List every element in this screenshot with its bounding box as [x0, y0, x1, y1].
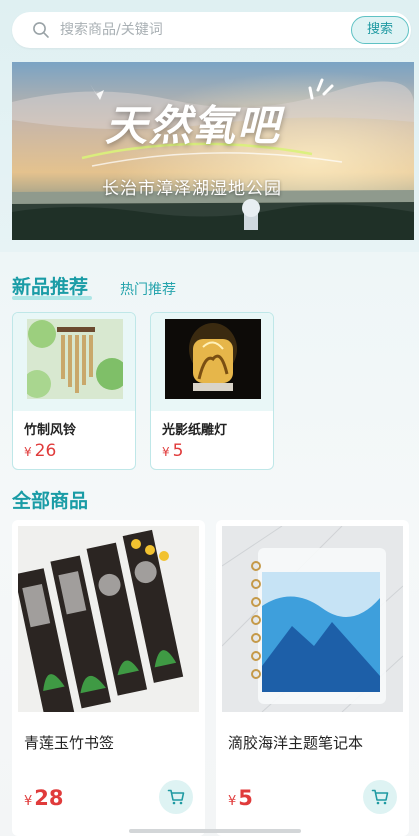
bookmark-image — [18, 526, 199, 712]
product-price: ¥5 — [228, 786, 253, 810]
product-name: 光影纸雕灯 — [162, 423, 228, 438]
new-product-card[interactable]: 竹制风铃 ¥26 — [12, 312, 136, 470]
product-name: 滴胶海洋主题笔记本 — [228, 734, 364, 752]
banner[interactable]: 天然氧吧 长治市漳泽湖湿地公园 — [12, 62, 414, 240]
search-icon — [32, 21, 50, 39]
notebook-image — [222, 526, 403, 712]
tab-hot-products[interactable]: 热门推荐 — [120, 279, 176, 299]
all-products-title: 全部商品 — [12, 490, 89, 512]
search-button[interactable]: 搜索 — [351, 16, 409, 44]
add-to-cart-button[interactable] — [363, 780, 397, 814]
banner-subtitle: 长治市漳泽湖湿地公园 — [102, 179, 282, 199]
tab-new-products[interactable]: 新品推荐 — [12, 272, 88, 299]
product-price: ¥5 — [162, 441, 184, 461]
cart-icon — [167, 789, 185, 805]
product-card[interactable]: 滴胶海洋主题笔记本 ¥5 — [216, 520, 409, 836]
paper-lamp-image — [165, 319, 261, 399]
cart-icon — [371, 789, 389, 805]
home-indicator[interactable] — [129, 829, 301, 833]
product-name: 竹制风铃 — [24, 423, 77, 438]
search-input[interactable]: 搜索商品/关键词 — [60, 12, 163, 48]
banner-title: 天然氧吧 — [105, 101, 282, 150]
tab-active-indicator — [12, 296, 92, 300]
product-name: 青莲玉竹书签 — [24, 734, 115, 752]
product-price: ¥26 — [24, 441, 57, 461]
search-bar[interactable]: 搜索商品/关键词 搜索 — [12, 12, 411, 48]
new-product-card[interactable]: 光影纸雕灯 ¥5 — [150, 312, 274, 470]
wind-chime-image — [27, 319, 123, 407]
product-card[interactable]: 青莲玉竹书签 ¥28 — [12, 520, 205, 836]
product-price: ¥28 — [24, 786, 64, 810]
add-to-cart-button[interactable] — [159, 780, 193, 814]
